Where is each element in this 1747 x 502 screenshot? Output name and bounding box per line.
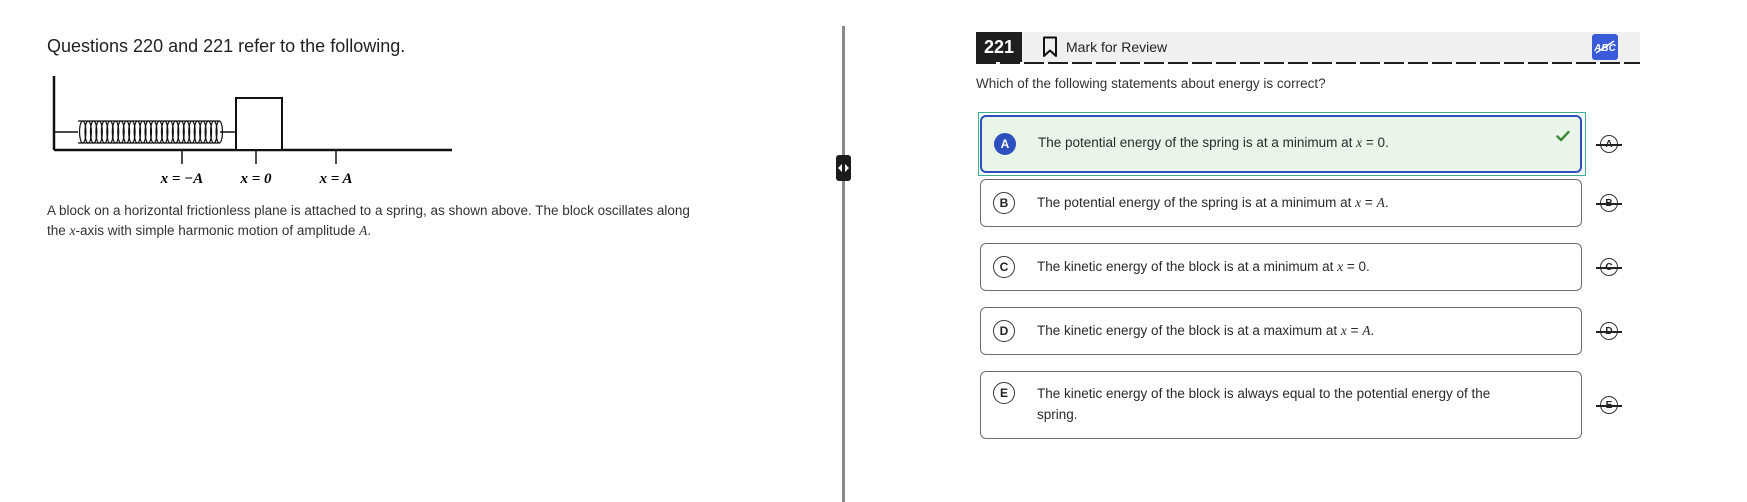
passage-text: A block on a horizontal frictionless pla… xyxy=(47,203,690,238)
label-x-zero: x = 0 xyxy=(239,171,272,187)
question-stem: Which of the following statements about … xyxy=(976,76,1326,91)
checkmark-icon xyxy=(1556,130,1570,142)
strikethrough-choice-c-button[interactable]: C xyxy=(1596,256,1622,278)
strikethrough-choice-icon: D xyxy=(1596,322,1622,340)
choice-text: The kinetic energy of the block is at a … xyxy=(1037,259,1370,274)
passage-title: Questions 220 and 221 refer to the follo… xyxy=(47,36,406,56)
choice-text: The potential energy of the spring is at… xyxy=(1037,195,1389,210)
pane-divider[interactable] xyxy=(842,26,845,502)
choice-letter-a: A xyxy=(994,132,1016,155)
answer-choice-a[interactable]: A The potential energy of the spring is a… xyxy=(980,115,1582,173)
label-x-neg-a: x = −A xyxy=(160,171,204,187)
answer-choice-c[interactable]: C The kinetic energy of the block is at a… xyxy=(980,243,1582,291)
choice-letter-e: E xyxy=(993,382,1015,404)
strikethrough-choice-a-button[interactable]: A xyxy=(1596,133,1622,155)
question-number: 221 xyxy=(976,32,1022,62)
choice-text: The kinetic energy of the block is at a … xyxy=(1037,323,1375,338)
strikethrough-choice-e-button[interactable]: E xyxy=(1596,394,1622,416)
mark-for-review-button[interactable]: Mark for Review xyxy=(1042,34,1167,60)
strikethrough-choice-b-button[interactable]: B xyxy=(1596,192,1622,214)
block xyxy=(235,97,283,151)
strikethrough-choice-icon: B xyxy=(1596,194,1622,212)
strikethrough-choice-icon: C xyxy=(1596,258,1622,276)
passage-pane: Questions 220 and 221 refer to the follo… xyxy=(0,0,840,502)
choice-text: The kinetic energy of the block is alway… xyxy=(1037,386,1491,422)
mark-for-review-label: Mark for Review xyxy=(1066,39,1168,55)
label-x-a: x = A xyxy=(319,171,353,187)
bookmark-icon xyxy=(1043,36,1057,57)
strikethrough-choice-icon: A xyxy=(1596,135,1622,153)
answer-choice-e[interactable]: E The kinetic energy of the block is alwa… xyxy=(980,371,1582,439)
spring-block-figure: x = −A x = 0 x = A xyxy=(52,76,452,187)
answer-choice-d[interactable]: D The kinetic energy of the block is at a… xyxy=(980,307,1582,355)
answer-choice-b[interactable]: B The potential energy of the spring is a… xyxy=(980,179,1582,227)
choice-letter-b: B xyxy=(993,192,1015,214)
strikethrough-choice-icon: E xyxy=(1596,396,1622,414)
choice-text: The potential energy of the spring is at… xyxy=(1038,134,1389,150)
resize-handle-icon[interactable] xyxy=(836,155,851,181)
spring xyxy=(78,120,224,144)
abc-strikethrough-icon[interactable]: ABC xyxy=(1592,34,1618,60)
choice-letter-d: D xyxy=(993,320,1015,342)
header-dashed-rule xyxy=(976,62,1640,64)
choice-letter-c: C xyxy=(993,256,1015,278)
strikethrough-choice-d-button[interactable]: D xyxy=(1596,320,1622,342)
